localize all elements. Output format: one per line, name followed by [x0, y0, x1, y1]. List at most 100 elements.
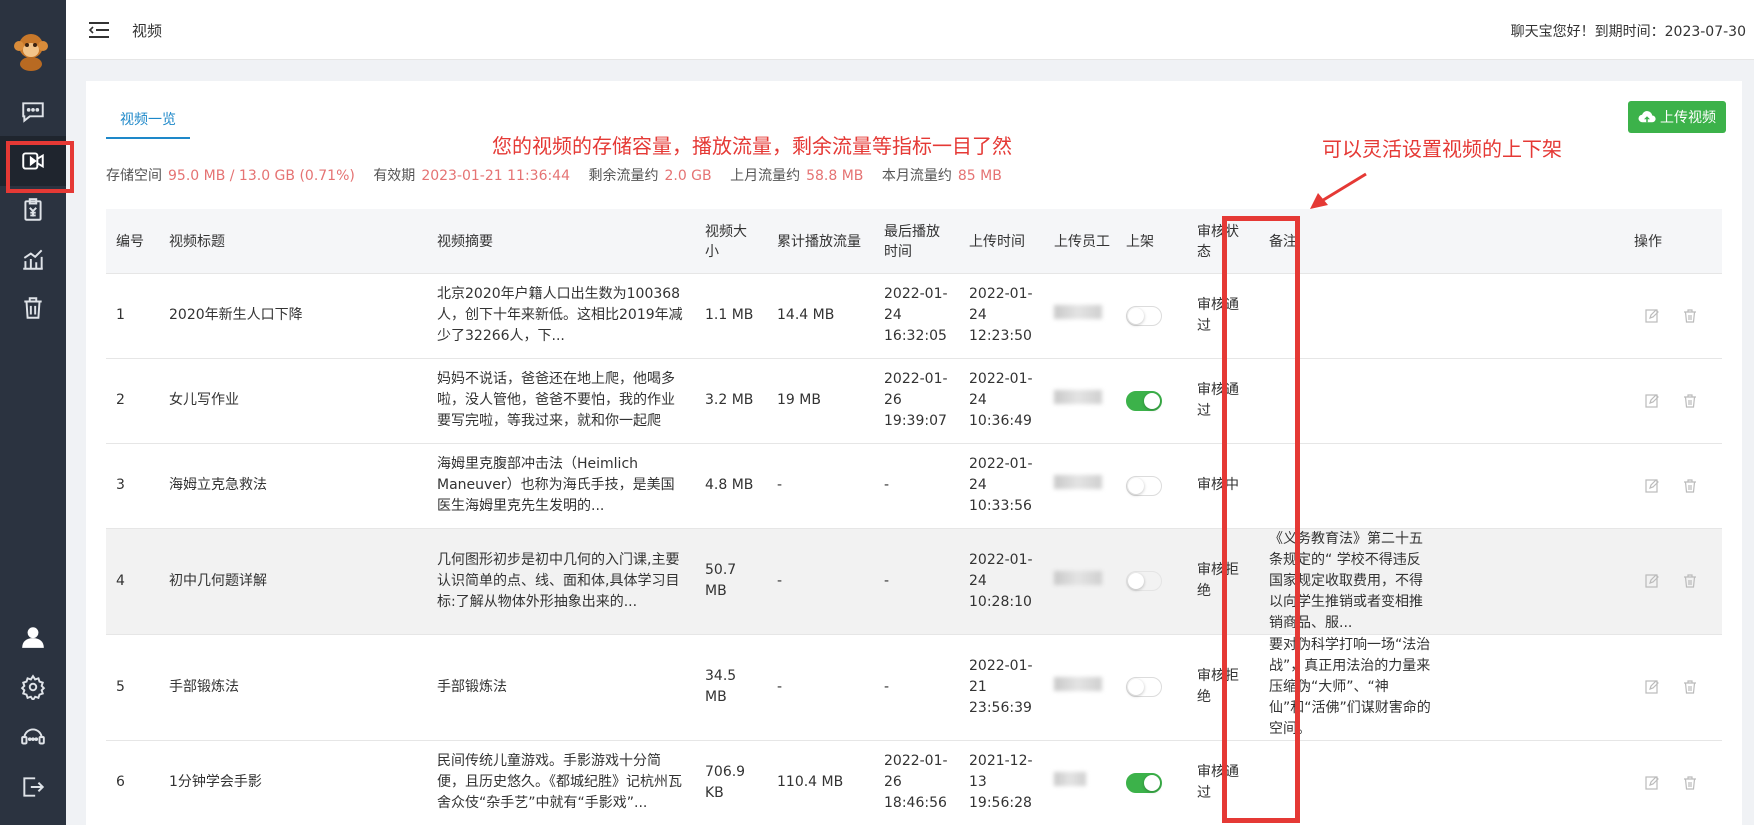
summary-text: 手部锻炼法 — [437, 678, 507, 695]
cell-on-shelf — [1116, 358, 1187, 444]
cell-id: 2 — [106, 358, 159, 444]
annotation-shelf-note: 可以灵活设置视频的上下架 — [1322, 137, 1562, 161]
blurred-uploader-name — [1054, 772, 1086, 786]
video-title-link[interactable]: 初中几何题详解 — [159, 528, 427, 635]
chart-icon — [23, 249, 43, 270]
nav-recycle-bin[interactable] — [0, 283, 66, 333]
video-title-link[interactable]: 海姆立克急救法 — [159, 443, 427, 529]
shelf-toggle[interactable] — [1126, 475, 1162, 496]
cell-summary: 北京2020年户籍人口出生数为100368人，创下十年来新低。这相比2019年减… — [427, 273, 695, 359]
nav-user[interactable] — [0, 612, 66, 662]
nav-video[interactable] — [0, 136, 74, 193]
cell-upload-time: 2022-01-24 10:36:49 — [959, 358, 1044, 444]
upload-video-label: 上传视频 — [1660, 110, 1716, 126]
nav-analytics[interactable] — [0, 234, 66, 284]
cell-remark — [1259, 740, 1444, 825]
remaining-value: 2.0 GB — [664, 168, 712, 184]
edit-icon[interactable] — [1644, 393, 1660, 409]
nav-settings[interactable] — [0, 662, 66, 712]
header-uploader: 上传员工 — [1044, 209, 1116, 274]
cell-actions — [1444, 634, 1722, 741]
billing-icon — [24, 198, 42, 221]
cell-uploader — [1044, 634, 1116, 741]
cell-status: 审核通过 — [1187, 273, 1259, 359]
main-card: 视频一览 上传视频 存储空间 95.0 MB / 13.0 GB (0.71%) … — [86, 81, 1742, 825]
header-upload-time: 上传时间 — [959, 209, 1044, 274]
cell-id: 3 — [106, 443, 159, 529]
video-title-link[interactable]: 1分钟学会手影 — [159, 740, 427, 825]
video-title-link[interactable]: 2020年新生人口下降 — [159, 273, 427, 359]
cell-on-shelf — [1116, 273, 1187, 359]
this-month-label: 本月流量约 — [881, 168, 952, 184]
cell-status: 审核拒绝 — [1187, 634, 1259, 741]
menu-toggle-icon[interactable] — [88, 20, 110, 40]
topbar: 视频 聊天宝您好！到期时间：2023-07-30 — [66, 0, 1754, 60]
storage-value: 95.0 MB / 13.0 GB (0.71%) — [168, 168, 355, 184]
cell-status: 审核通过 — [1187, 358, 1259, 444]
table-row: 3 海姆立克急救法 海姆里克腹部冲击法（Heimlich Maneuver）也称… — [106, 443, 1722, 529]
nav-chat[interactable] — [0, 87, 66, 137]
edit-icon[interactable] — [1644, 679, 1660, 695]
edit-icon[interactable] — [1644, 478, 1660, 494]
cell-upload-time: 2022-01-24 12:23:50 — [959, 273, 1044, 359]
delete-icon[interactable] — [1682, 308, 1698, 324]
cell-traffic: 110.4 MB — [767, 740, 874, 825]
delete-icon[interactable] — [1682, 679, 1698, 695]
upload-video-button[interactable]: 上传视频 — [1628, 101, 1726, 133]
cell-on-shelf — [1116, 528, 1187, 635]
nav-support[interactable] — [0, 712, 66, 762]
cell-status: 审核通过 — [1187, 740, 1259, 825]
cell-traffic: 14.4 MB — [767, 273, 874, 359]
shelf-toggle[interactable] — [1126, 305, 1162, 326]
cell-on-shelf — [1116, 443, 1187, 529]
cell-last-play: 2022-01-24 16:32:05 — [874, 273, 959, 359]
shelf-toggle[interactable] — [1126, 772, 1162, 793]
tab-video-list[interactable]: 视频一览 — [106, 109, 190, 139]
blurred-uploader-name — [1054, 570, 1102, 585]
chat-icon — [22, 102, 44, 123]
cell-actions — [1444, 273, 1722, 359]
edit-icon[interactable] — [1644, 573, 1660, 589]
cell-remark — [1259, 443, 1444, 529]
cell-uploader — [1044, 358, 1116, 444]
nav-logout[interactable] — [0, 762, 66, 812]
cell-upload-time: 2022-01-24 10:28:10 — [959, 528, 1044, 635]
cell-upload-time: 2022-01-21 23:56:39 — [959, 634, 1044, 741]
edit-icon[interactable] — [1644, 775, 1660, 791]
cell-size: 706.9 KB — [695, 740, 767, 825]
cell-uploader — [1044, 443, 1116, 529]
summary-text: 海姆里克腹部冲击法（Heimlich Maneuver）也称为海氏手技，是美国医… — [437, 456, 675, 514]
cell-size: 4.8 MB — [695, 443, 767, 529]
sidebar — [0, 0, 74, 825]
video-title-link[interactable]: 女儿写作业 — [159, 358, 427, 444]
delete-icon[interactable] — [1682, 573, 1698, 589]
last-month-value: 58.8 MB — [806, 168, 864, 184]
header-id: 编号 — [106, 209, 159, 274]
nav-billing[interactable] — [0, 185, 66, 235]
video-icon — [22, 152, 44, 170]
annotation-storage-note: 您的视频的存储容量，播放流量，剩余流量等指标一目了然 — [492, 134, 1012, 158]
shelf-toggle[interactable] — [1126, 677, 1162, 697]
cell-uploader — [1044, 273, 1116, 359]
table-row: 1 2020年新生人口下降 北京2020年户籍人口出生数为100368人，创下十… — [106, 273, 1722, 359]
cell-last-play: - — [874, 634, 959, 741]
cell-actions — [1444, 740, 1722, 825]
delete-icon[interactable] — [1682, 478, 1698, 494]
shelf-toggle[interactable] — [1126, 571, 1162, 591]
table-header-row: 编号 视频标题 视频摘要 视频大小 累计播放流量 最后播放时间 上传时间 上传员… — [106, 209, 1722, 274]
edit-icon[interactable] — [1644, 308, 1660, 324]
trash-icon — [24, 297, 42, 319]
logout-icon — [23, 777, 45, 797]
validity-label: 有效期 — [373, 168, 416, 184]
header-actions: 操作 — [1444, 209, 1722, 274]
cloud-upload-icon — [1638, 111, 1656, 123]
cell-summary: 手部锻炼法 — [427, 634, 695, 741]
delete-icon[interactable] — [1682, 393, 1698, 409]
cell-remark: 《义务教育法》第二十五条规定的“ 学校不得违反国家规定收取费用，不得以向学生推销… — [1259, 528, 1444, 635]
delete-icon[interactable] — [1682, 775, 1698, 791]
cell-size: 1.1 MB — [695, 273, 767, 359]
header-summary: 视频摘要 — [427, 209, 695, 274]
shelf-toggle[interactable] — [1126, 390, 1162, 411]
page-title: 视频 — [132, 22, 163, 40]
video-title-link[interactable]: 手部锻炼法 — [159, 634, 427, 741]
